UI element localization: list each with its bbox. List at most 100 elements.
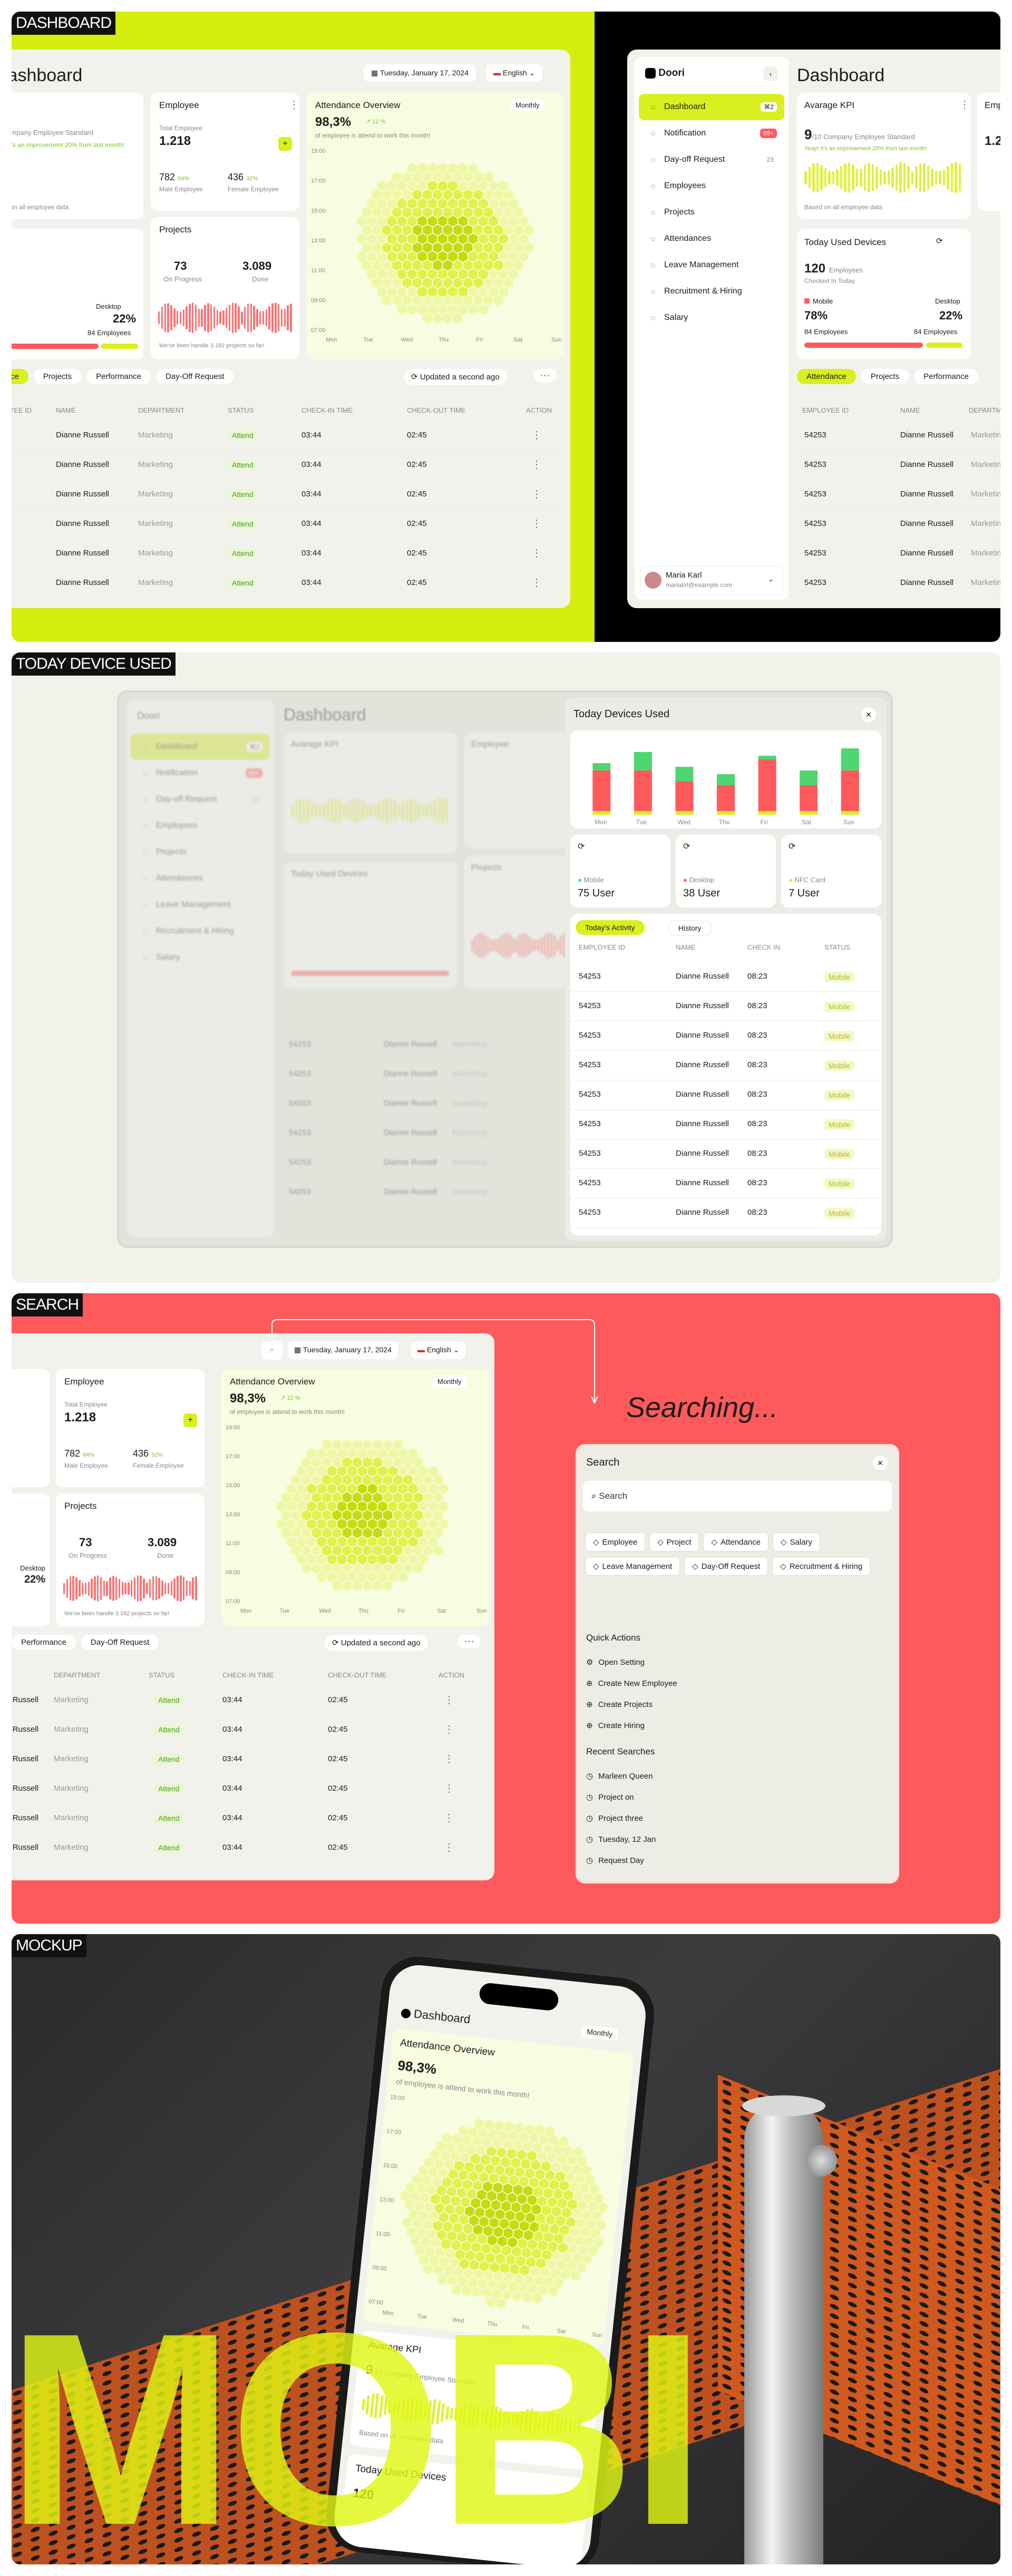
employee-total: 1.218 — [64, 1410, 96, 1424]
tab-projects[interactable]: Projects — [33, 369, 82, 384]
chip-leave-management[interactable]: ◇ Leave Management — [585, 1557, 680, 1576]
row-action-icon[interactable]: ⋮ — [444, 1693, 454, 1706]
updated-status[interactable]: ⟳ Updated a second ago — [404, 369, 507, 385]
more-options-button[interactable]: ⋯ — [458, 1635, 481, 1648]
row-action-icon[interactable]: ⋮ — [444, 1841, 454, 1854]
sidebar-item-leave-management[interactable]: ◌ Leave Management — [639, 252, 784, 278]
activity-row[interactable]: 54253 Dianne Russell 08:23 Mobile — [570, 1139, 881, 1169]
table-row[interactable]: 54253Dianne RussellMarketingAttend03:440… — [12, 450, 560, 480]
chip-employee[interactable]: ◇ Employee — [585, 1533, 646, 1552]
chip-day-off-request[interactable]: ◇ Day-Off Request — [684, 1557, 768, 1576]
more-options-button[interactable]: ⋯ — [533, 369, 557, 382]
language-select[interactable]: ▬ English ⌄ — [486, 64, 543, 82]
tab-dayoff[interactable]: Day-Off Request — [155, 369, 234, 384]
updated-status[interactable]: ⟳ Updated a second ago — [325, 1635, 428, 1651]
sidebar-item-dashboard[interactable]: ◌ Dashboard ⌘2 — [639, 94, 784, 120]
tab-todays-activity[interactable]: Today's Activity — [576, 920, 645, 935]
user-card[interactable]: Maria Karl mariakrl@example.com ⌄ — [640, 566, 783, 594]
chip-project[interactable]: ◇ Project — [649, 1533, 699, 1552]
row-action-icon[interactable]: ⋮ — [531, 428, 542, 442]
row-action-icon[interactable]: ⋮ — [444, 1782, 454, 1795]
sidebar-item-notification[interactable]: ◌ Notification 99+ — [639, 120, 784, 147]
sidebar-item-projects[interactable]: ◌ Projects — [639, 199, 784, 226]
row-action-icon[interactable]: ⋮ — [531, 517, 542, 530]
refresh-icon[interactable]: ⟳ — [936, 236, 943, 246]
activity-row[interactable]: 54253 Dianne Russell 08:23 Mobile — [570, 1021, 881, 1051]
table-row[interactable]: 54253 Dianne Russell Marketing — [797, 421, 1000, 450]
table-row[interactable]: 54253Dianne RussellMarketingAttend03:440… — [12, 568, 560, 598]
collapse-icon[interactable]: ‹ — [763, 66, 778, 81]
avatar — [645, 572, 661, 589]
refresh-icon[interactable]: ⟳ — [683, 841, 690, 852]
more-icon[interactable]: ⋮ — [959, 98, 970, 111]
recent-item[interactable]: ◷ Project three — [586, 1808, 881, 1829]
sidebar-item-recruitment-hiring[interactable]: ◌ Recruitment & Hiring — [639, 278, 784, 305]
activity-row[interactable]: 54253 Dianne Russell 08:23 Mobile — [570, 1051, 881, 1080]
activity-row[interactable]: 54253 Dianne Russell 08:23 Mobile — [570, 1110, 881, 1139]
table-row[interactable]: 54253 Dianne Russell Marketing — [797, 509, 1000, 539]
activity-row[interactable]: 54253 Dianne Russell 08:23 Mobile — [570, 1169, 881, 1198]
recent-item[interactable]: ◷ Project on — [586, 1787, 881, 1808]
tab-attendance[interactable]: Attendance — [12, 369, 28, 384]
date-picker[interactable]: ▦ Tuesday, January 17, 2024 — [364, 64, 476, 82]
recent-item[interactable]: ◷ Tuesday, 12 Jan — [586, 1829, 881, 1850]
chip-recruitment-hiring[interactable]: ◇ Recruitment & Hiring — [772, 1557, 871, 1576]
tab-attendance[interactable]: Attendance — [797, 369, 856, 384]
row-action-icon[interactable]: ⋮ — [531, 547, 542, 560]
more-icon[interactable]: ⋮ — [289, 98, 299, 111]
table-row[interactable]: 54253Dianne RussellMarketingAttend03:440… — [12, 480, 560, 509]
sidebar-item-attendances[interactable]: ◌ Attendances — [639, 226, 784, 252]
cell-out: 02:45 — [328, 1813, 348, 1822]
recent-item[interactable]: ◷ Marleen Queen — [586, 1765, 881, 1787]
table-row[interactable]: Dianne Russell Marketing Attend 03:44 02:45 ⋮ — [12, 1744, 486, 1774]
row-action-icon[interactable]: ⋮ — [531, 576, 542, 589]
table-row[interactable]: 54253 Dianne Russell Marketing — [797, 480, 1000, 509]
table-row[interactable]: Dianne Russell Marketing Attend 03:44 02:45 ⋮ — [12, 1833, 486, 1862]
row-action-icon[interactable]: ⋮ — [531, 458, 542, 471]
add-employee-button[interactable]: + — [278, 137, 292, 151]
table-row[interactable]: Dianne Russell Marketing Attend 03:44 02:45 ⋮ — [12, 1715, 486, 1744]
table-row[interactable]: Dianne Russell Marketing Attend 03:44 02:45 ⋮ — [12, 1685, 486, 1715]
period-select[interactable]: Monthly — [510, 99, 545, 111]
close-icon[interactable]: ✕ — [873, 1456, 888, 1470]
sidebar-item-salary[interactable]: ◌ Salary — [639, 305, 784, 331]
row-action-icon[interactable]: ⋮ — [531, 487, 542, 501]
tab-performance[interactable]: Performance — [86, 369, 151, 384]
table-row[interactable]: 54253Dianne RussellMarketingAttend03:440… — [12, 421, 560, 450]
quick-action-item[interactable]: ⊕ Create New Employee — [586, 1673, 881, 1694]
chip-salary[interactable]: ◇ Salary — [772, 1533, 821, 1552]
row-action-icon[interactable]: ⋮ — [444, 1723, 454, 1736]
tab-dayoff[interactable]: Day-Off Request — [81, 1635, 159, 1650]
search-input[interactable]: ⌕ Search — [583, 1481, 892, 1511]
phone-period[interactable]: Monthly — [581, 2024, 619, 2041]
tab-performance[interactable]: Performance — [914, 369, 978, 384]
tab-projects[interactable]: Projects — [861, 369, 909, 384]
activity-row[interactable]: 54253 Dianne Russell 08:23 Mobile — [570, 1198, 881, 1228]
quick-action-item[interactable]: ⚙ Open Setting — [586, 1652, 881, 1673]
chip-attendance[interactable]: ◇ Attendance — [703, 1533, 768, 1552]
sidebar-item-employees[interactable]: ◌ Employees — [639, 173, 784, 199]
tab-history[interactable]: History — [668, 920, 712, 936]
table-row[interactable]: 54253Dianne RussellMarketingAttend03:440… — [12, 509, 560, 539]
quick-action-item[interactable]: ⊕ Create Hiring — [586, 1715, 881, 1736]
table-row[interactable]: 54253Dianne RussellMarketingAttend03:440… — [12, 539, 560, 568]
activity-row[interactable]: 54253 Dianne Russell 08:23 Mobile — [570, 992, 881, 1021]
row-action-icon[interactable]: ⋮ — [444, 1811, 454, 1824]
table-row[interactable]: 54253 Dianne Russell Marketing — [797, 568, 1000, 598]
table-row[interactable]: 54253 Dianne Russell Marketing — [797, 450, 1000, 480]
tab-performance[interactable]: Performance — [12, 1635, 76, 1650]
sidebar-item-day-off-request[interactable]: ◌ Day-off Request 23 — [639, 147, 784, 173]
refresh-icon[interactable]: ⟳ — [578, 841, 585, 852]
table-row[interactable]: 54253 Dianne Russell Marketing — [797, 539, 1000, 568]
activity-row[interactable]: 54253 Dianne Russell 08:23 Mobile — [570, 962, 881, 992]
quick-action-item[interactable]: ⊕ Create Projects — [586, 1694, 881, 1715]
close-icon[interactable]: ✕ — [861, 707, 876, 722]
add-employee-button[interactable]: + — [183, 1413, 197, 1427]
table-row[interactable]: Dianne Russell Marketing Attend 03:44 02:45 ⋮ — [12, 1803, 486, 1833]
activity-row[interactable]: 54253 Dianne Russell 08:23 Mobile — [570, 1080, 881, 1110]
recent-item[interactable]: ◷ Request Day — [586, 1850, 881, 1871]
employee-title: Employee — [64, 1377, 104, 1387]
refresh-icon[interactable]: ⟳ — [789, 841, 795, 852]
table-row[interactable]: Dianne Russell Marketing Attend 03:44 02:45 ⋮ — [12, 1774, 486, 1803]
row-action-icon[interactable]: ⋮ — [444, 1752, 454, 1765]
